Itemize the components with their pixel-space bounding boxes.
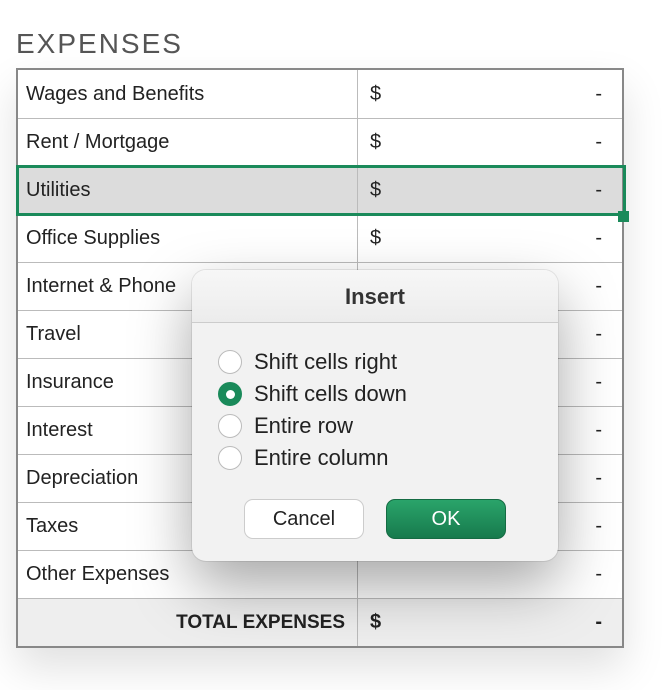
amount: - (595, 275, 602, 298)
expense-label: Rent / Mortgage (18, 119, 358, 166)
option-label: Entire row (254, 413, 353, 439)
amount: - (595, 83, 602, 106)
radio-icon (218, 350, 242, 374)
cancel-button[interactable]: Cancel (244, 499, 364, 539)
amount: - (595, 467, 602, 490)
expense-label: Utilities (18, 167, 358, 214)
amount: - (595, 323, 602, 346)
amount: - (595, 419, 602, 442)
expense-value[interactable]: $ - (358, 167, 622, 214)
table-row[interactable]: Rent / Mortgage $ - (18, 118, 622, 166)
expense-value[interactable]: $ - (358, 215, 622, 262)
dialog-buttons: Cancel OK (192, 485, 558, 561)
radio-icon (218, 446, 242, 470)
dialog-body: Shift cells right Shift cells down Entir… (192, 323, 558, 485)
amount: - (595, 563, 602, 586)
expense-value[interactable]: $ - (358, 119, 622, 166)
insert-dialog: Insert Shift cells right Shift cells dow… (192, 270, 558, 561)
option-label: Shift cells right (254, 349, 397, 375)
amount: - (595, 611, 602, 634)
expense-label: Wages and Benefits (18, 70, 358, 118)
option-shift-cells-down[interactable]: Shift cells down (212, 379, 538, 409)
table-row[interactable]: Office Supplies $ - (18, 214, 622, 262)
amount: - (595, 179, 602, 202)
currency-symbol: $ (370, 611, 381, 634)
table-row-selected[interactable]: Utilities $ - (18, 166, 622, 214)
option-label: Shift cells down (254, 381, 407, 407)
currency-symbol: $ (370, 227, 381, 250)
expense-value[interactable]: $ - (358, 70, 622, 118)
ok-button[interactable]: OK (386, 499, 506, 539)
dialog-title: Insert (192, 270, 558, 323)
expense-label: Office Supplies (18, 215, 358, 262)
table-row[interactable]: Wages and Benefits $ - (18, 70, 622, 118)
radio-icon (218, 414, 242, 438)
amount: - (595, 227, 602, 250)
radio-icon (218, 382, 242, 406)
selection-handle[interactable] (618, 211, 629, 222)
option-entire-column[interactable]: Entire column (212, 443, 538, 473)
total-label: TOTAL EXPENSES (18, 599, 358, 646)
amount: - (595, 131, 602, 154)
currency-symbol: $ (370, 83, 381, 106)
option-label: Entire column (254, 445, 389, 471)
option-entire-row[interactable]: Entire row (212, 411, 538, 441)
total-value[interactable]: $ - (358, 599, 622, 646)
table-row-total[interactable]: TOTAL EXPENSES $ - (18, 598, 622, 646)
currency-symbol: $ (370, 131, 381, 154)
amount: - (595, 515, 602, 538)
amount: - (595, 371, 602, 394)
currency-symbol: $ (370, 179, 381, 202)
page-title: EXPENSES (16, 28, 656, 60)
option-shift-cells-right[interactable]: Shift cells right (212, 347, 538, 377)
